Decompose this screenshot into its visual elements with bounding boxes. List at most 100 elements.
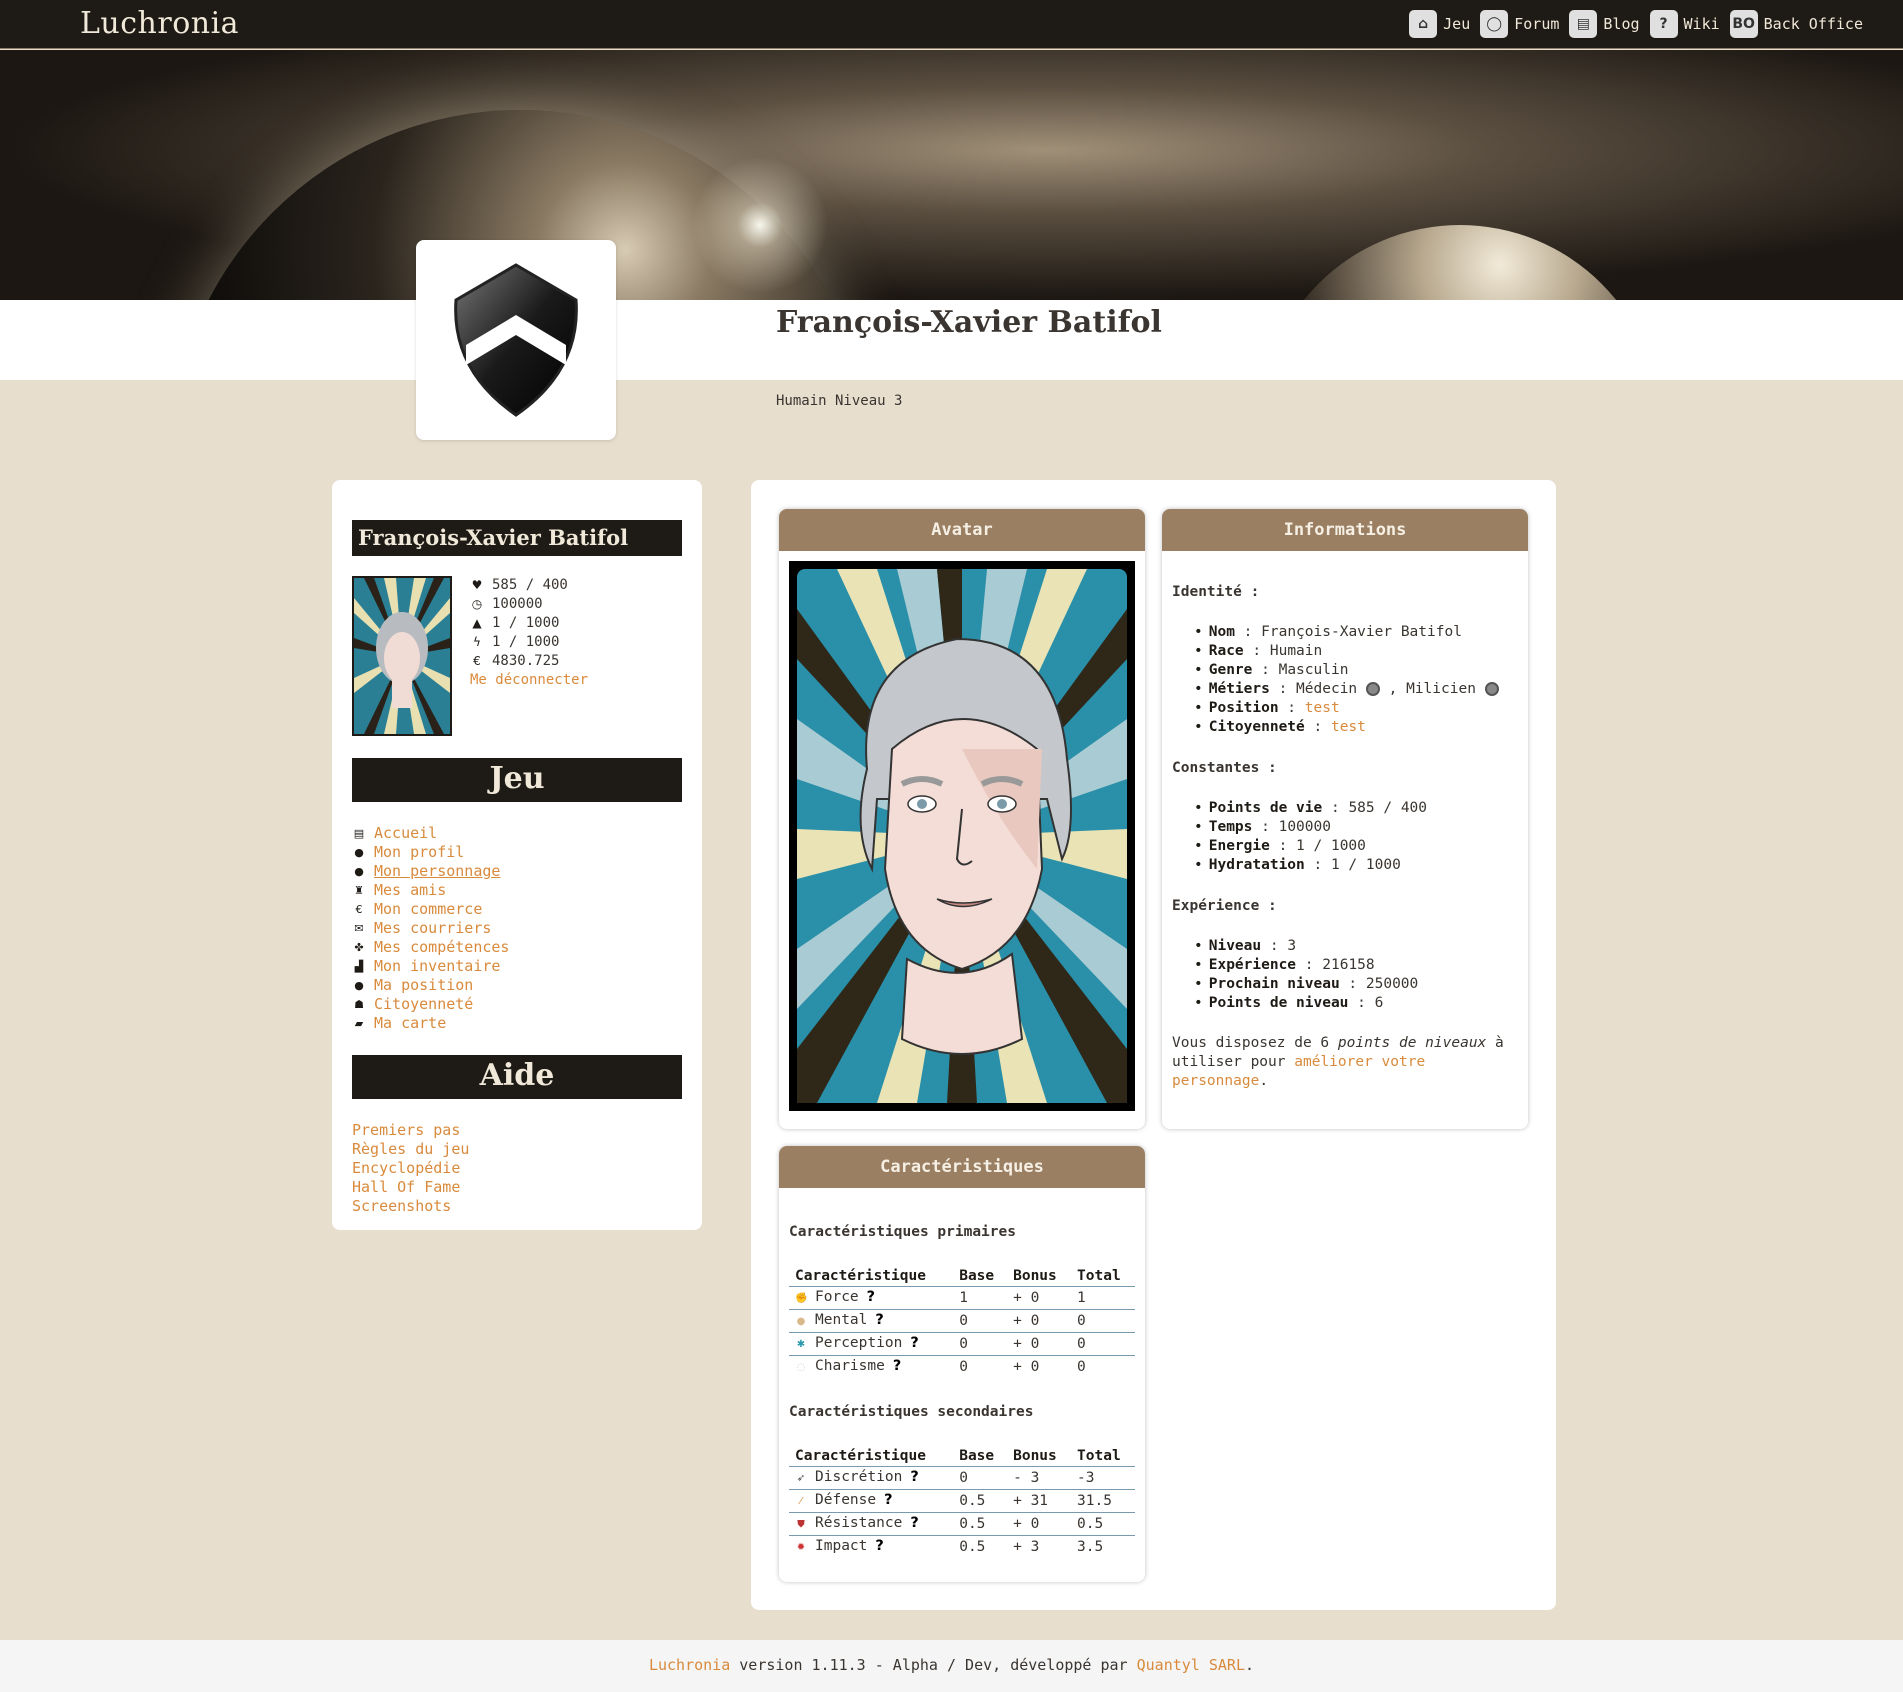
constant-energie: Energie : 1 / 1000 xyxy=(1194,837,1518,856)
secondary-table: Caractéristique Base Bonus Total ➶ Discré… xyxy=(789,1446,1135,1558)
menu-ma-position[interactable]: ● Ma position xyxy=(352,976,682,995)
stat-hydration: ▲ 1 / 1000 xyxy=(470,614,588,633)
help-question-icon[interactable]: ? xyxy=(910,1335,918,1351)
top-bar: Luchronia ⌂ Jeu ◯ Forum ▤ Blog ? Wiki BO Back… xyxy=(0,0,1903,49)
menu-mon-personnage[interactable]: ● Mon personnage xyxy=(352,862,682,881)
menu-ma-carte[interactable]: ▰ Ma carte xyxy=(352,1014,682,1033)
table-row: ✱ Perception? 0 + 0 0 xyxy=(789,1332,1135,1356)
game-menu: ▤ Accueil ● Mon profil ● Mon personnage ♜ Me… xyxy=(352,824,682,1033)
gear-icon[interactable] xyxy=(1365,682,1380,696)
footer-brand-link[interactable]: Luchronia xyxy=(649,1656,730,1674)
stat-health: ♥ 585 / 400 xyxy=(471,577,568,593)
logout-link[interactable]: Me déconnecter xyxy=(470,672,588,688)
nav-wiki[interactable]: ? Wiki xyxy=(1649,10,1720,38)
top-nav: ⌂ Jeu ◯ Forum ▤ Blog ? Wiki BO Back Office xyxy=(1409,10,1863,38)
col-caracteristique: Caractéristique xyxy=(789,1446,954,1467)
help-regles-du-jeu[interactable]: Règles du jeu xyxy=(352,1140,469,1158)
fist-icon: ✊ xyxy=(795,1293,808,1304)
player-summary: ♥ 585 / 400 ◷ 100000 ▲ 1 / 1000 ϟ1 / 1000 €… xyxy=(352,576,682,736)
menu-mes-amis[interactable]: ♜ Mes amis xyxy=(352,881,682,900)
col-total: Total xyxy=(1071,1446,1135,1467)
col-bonus: Bonus xyxy=(1007,1266,1072,1287)
help-question-icon[interactable]: ? xyxy=(875,1312,883,1328)
nav-forum[interactable]: ◯ Forum xyxy=(1480,10,1559,38)
help-question-icon[interactable]: ? xyxy=(875,1538,883,1554)
constant-temps: Temps : 100000 xyxy=(1194,818,1518,837)
constants-list: Points de vie : 585 / 400 Temps : 100000… xyxy=(1172,799,1518,875)
characteristics-card-title: Caractéristiques xyxy=(779,1146,1145,1188)
characteristics-card: Caractéristiques Caractéristiques primai… xyxy=(779,1146,1145,1582)
menu-mon-profil[interactable]: ● Mon profil xyxy=(352,843,682,862)
shield-chevron-icon xyxy=(454,263,578,417)
characteristics-body: Caractéristiques primaires Caractéristiq… xyxy=(779,1188,1145,1568)
home-icon: ⌂ xyxy=(1409,10,1438,38)
help-question-icon[interactable]: ? xyxy=(910,1469,918,1485)
menu-citoyennete[interactable]: ☗ Citoyenneté xyxy=(352,995,682,1014)
footer-company-link[interactable]: Quantyl SARL xyxy=(1137,1656,1245,1674)
help-premiers-pas[interactable]: Premiers pas xyxy=(352,1121,460,1139)
question-icon: ? xyxy=(1649,10,1678,38)
skills-icon: ✤ xyxy=(354,941,364,954)
citoyennete-link[interactable]: test xyxy=(1331,719,1366,735)
avatar-card: Avatar xyxy=(779,509,1145,1129)
help-question-icon[interactable]: ? xyxy=(893,1358,901,1374)
help-question-icon[interactable]: ? xyxy=(867,1289,875,1305)
help-section-title: Aide xyxy=(352,1055,682,1099)
level-points-note: Vous disposez de 6 points de niveaux à u… xyxy=(1172,1035,1504,1089)
nav-blog[interactable]: ▤ Blog xyxy=(1569,10,1640,38)
menu-accueil[interactable]: ▤ Accueil xyxy=(352,824,682,843)
col-base: Base xyxy=(953,1446,1008,1467)
help-menu: Premiers pas Règles du jeu Encyclopédie … xyxy=(352,1121,682,1216)
table-row: ✹ Impact? 0.5 + 3 3.5 xyxy=(796,1538,1104,1555)
citizen-icon: ☗ xyxy=(354,998,364,1011)
stat-money: €4830.725 xyxy=(470,652,588,671)
player-stats: ♥ 585 / 400 ◷ 100000 ▲ 1 / 1000 ϟ1 / 1000 €… xyxy=(470,576,588,736)
xp-niveau: Niveau : 3 xyxy=(1194,937,1518,956)
nav-jeu[interactable]: ⌂ Jeu xyxy=(1409,10,1470,38)
menu-mes-competences[interactable]: ✤ Mes compétences xyxy=(352,938,682,957)
help-encyclopedie[interactable]: Encyclopédie xyxy=(352,1159,460,1177)
constant-hydratation: Hydratation : 1 / 1000 xyxy=(1194,856,1518,875)
position-link[interactable]: test xyxy=(1305,700,1340,716)
menu-mes-courriers[interactable]: ✉ Mes courriers xyxy=(352,919,682,938)
avatar-thumbnail xyxy=(354,578,450,734)
main-panel: Avatar Informations Identité: • Nom: F… xyxy=(751,480,1556,1610)
header-banner xyxy=(0,50,1903,300)
menu-mon-inventaire[interactable]: ▟ Mon inventaire xyxy=(352,957,682,976)
table-header-row: Caractéristique Base Bonus Total xyxy=(789,1266,1135,1287)
menu-mon-commerce[interactable]: € Mon commerce xyxy=(352,900,682,919)
xp-prochain-niveau: Prochain niveau : 250000 xyxy=(1194,975,1518,994)
avatar-image-frame xyxy=(789,561,1135,1111)
help-hall-of-fame[interactable]: Hall Of Fame xyxy=(352,1178,460,1196)
euro-icon: € xyxy=(473,654,481,668)
nav-back-office[interactable]: BO Back Office xyxy=(1729,10,1863,38)
class-emblem xyxy=(416,240,616,440)
gear-icon[interactable] xyxy=(1484,682,1499,696)
help-screenshots[interactable]: Screenshots xyxy=(352,1197,451,1215)
stat-energy: ϟ1 / 1000 xyxy=(470,633,588,652)
mini-avatar[interactable] xyxy=(352,576,452,736)
identity-title: Identité : xyxy=(1172,584,1260,600)
eye-icon: ✱ xyxy=(796,1339,806,1350)
bag-icon: ▟ xyxy=(354,960,364,973)
site-logo[interactable]: Luchronia xyxy=(80,6,239,41)
table-row: ➶ Discrétion? 0 - 3 -3 xyxy=(789,1466,1135,1490)
constant-points-de-vie: Points de vie : 585 / 400 xyxy=(1194,799,1518,818)
lightning-icon: ϟ xyxy=(473,635,481,649)
feather-icon: ➶ xyxy=(796,1473,806,1484)
identity-genre: Genre : Masculin xyxy=(1194,661,1518,680)
help-question-icon[interactable]: ? xyxy=(884,1492,892,1508)
experience-list: Niveau : 3 Expérience : 216158 Prochain … xyxy=(1172,937,1518,1013)
identity-citoyennete: Citoyenneté : test xyxy=(1194,718,1518,737)
table-header-row: Caractéristique Base Bonus Total xyxy=(789,1446,1135,1467)
planet-right xyxy=(1260,225,1660,300)
identity-race: Race : Humain xyxy=(1194,642,1518,661)
stat-time: ◷ 100000 xyxy=(471,596,543,612)
sidebar-character-name: François-Xavier Batifol xyxy=(352,520,682,556)
table-row: ◌ Charisme? 0 + 0 0 xyxy=(796,1358,1086,1375)
clock-icon: ◷ xyxy=(471,597,483,611)
pin-icon: ● xyxy=(354,979,364,992)
page-title: François-Xavier Batifol xyxy=(776,305,1162,340)
help-question-icon[interactable]: ? xyxy=(910,1515,918,1531)
col-bonus: Bonus xyxy=(1007,1446,1072,1467)
